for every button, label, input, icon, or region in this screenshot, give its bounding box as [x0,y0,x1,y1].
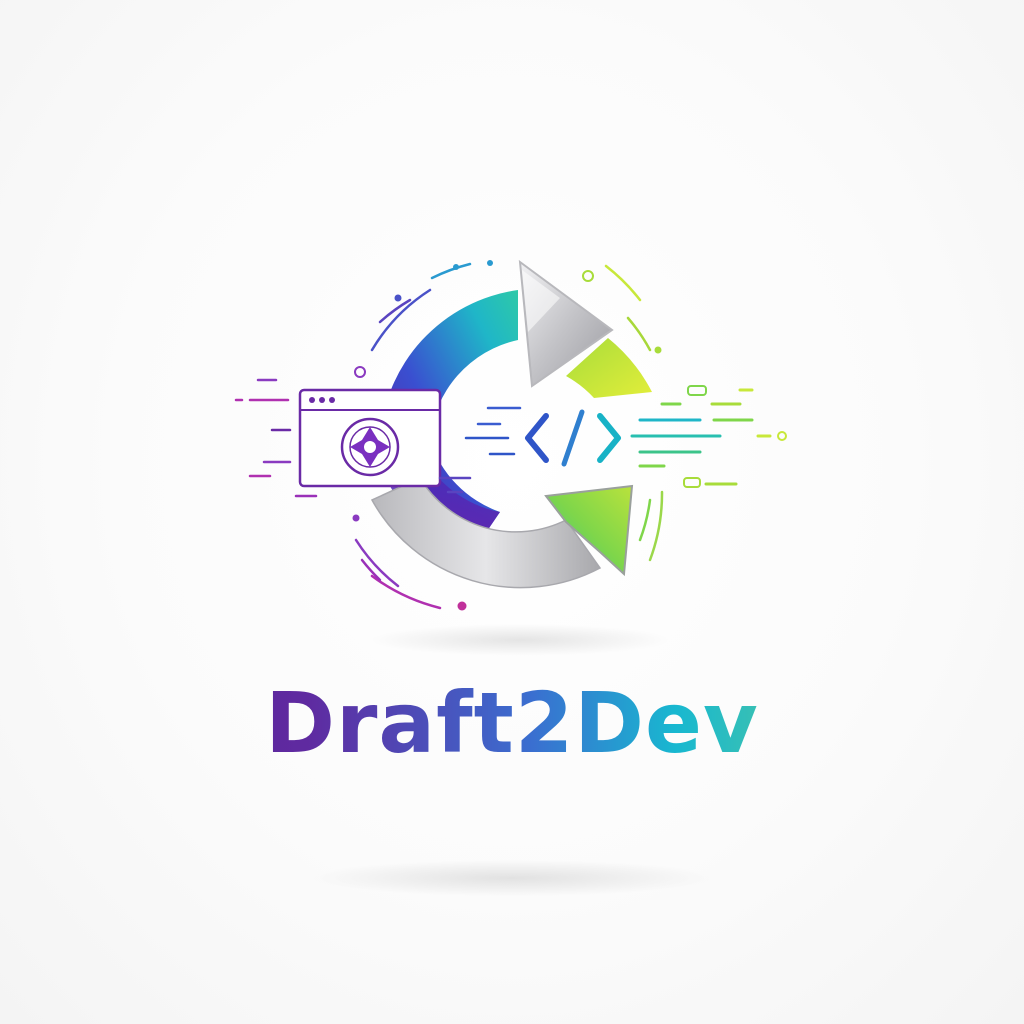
wordmark-shadow [312,860,712,896]
browser-dot [319,397,325,403]
code-slash [561,409,585,467]
browser-dot [329,397,335,403]
code-bracket-right [597,413,621,463]
code-brackets-icon [525,409,621,467]
browser-dot [309,397,315,403]
icon-ground-shadow [370,624,670,656]
brand-wordmark: Draft2Dev [0,668,1024,778]
logo-canvas: Draft2Dev [0,0,1024,1024]
code-bracket-left [525,413,549,463]
camera-aperture-icon [340,417,400,477]
